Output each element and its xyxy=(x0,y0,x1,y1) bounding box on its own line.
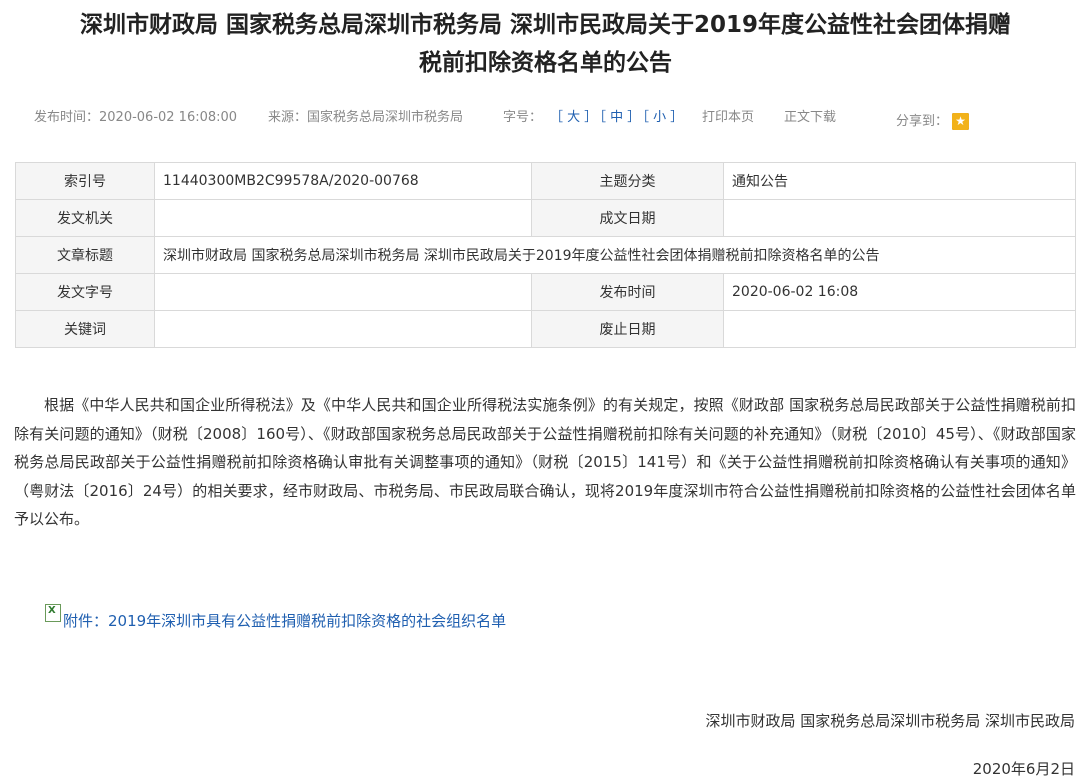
share-label: 分享到： xyxy=(896,114,949,129)
label-keywords: 关键词 xyxy=(15,310,155,348)
page-title: 深圳市财政局 国家税务总局深圳市税务局 深圳市民政局关于2019年度公益性社会团… xyxy=(0,6,1091,82)
value-doc-number xyxy=(154,273,532,311)
font-size-medium-button[interactable]: ［ 中 ］ xyxy=(593,106,640,125)
label-issuer: 发文机关 xyxy=(15,199,155,237)
font-size-large-button[interactable]: ［ 大 ］ xyxy=(550,106,597,125)
label-doc-number: 发文字号 xyxy=(15,273,155,311)
table-row: 发文字号 发布时间 2020-06-02 16:08 xyxy=(15,273,1076,311)
title-line-1: 深圳市财政局 国家税务总局深圳市税务局 深圳市民政局关于2019年度公益性社会团… xyxy=(79,12,1012,38)
article-body: 根据《中华人民共和国企业所得税法》及《中华人民共和国企业所得税法实施条例》的有关… xyxy=(14,396,1076,529)
value-expiry-date xyxy=(723,310,1076,348)
label-category: 主题分类 xyxy=(531,162,724,200)
table-row: 索引号 11440300MB2C99578A/2020-00768 主题分类 通… xyxy=(15,162,1076,200)
label-written-date: 成文日期 xyxy=(531,199,724,237)
sign-date: 2020年6月2日 xyxy=(972,760,1075,778)
table-row: 关键词 废止日期 xyxy=(15,310,1076,348)
info-table: 索引号 11440300MB2C99578A/2020-00768 主题分类 通… xyxy=(15,162,1076,348)
value-keywords xyxy=(154,310,532,348)
table-row: 文章标题 深圳市财政局 国家税务总局深圳市税务局 深圳市民政局关于2019年度公… xyxy=(15,236,1076,274)
table-row: 发文机关 成文日期 xyxy=(15,199,1076,237)
publish-time: 发布时间：2020-06-02 16:08:00 xyxy=(34,110,238,125)
attachment-link[interactable]: 附件：2019年深圳市具有公益性捐赠税前扣除资格的社会组织名单 xyxy=(45,604,506,631)
attachment-label[interactable]: 附件：2019年深圳市具有公益性捐赠税前扣除资格的社会组织名单 xyxy=(63,612,506,630)
qq-star-icon[interactable]: ★ xyxy=(952,113,969,130)
value-written-date xyxy=(723,199,1076,237)
label-index: 索引号 xyxy=(15,162,155,200)
value-publish-time: 2020-06-02 16:08 xyxy=(723,273,1076,311)
label-expiry-date: 废止日期 xyxy=(531,310,724,348)
signature: 深圳市财政局 国家税务总局深圳市税务局 深圳市民政局 xyxy=(705,712,1075,730)
font-size-small-button[interactable]: ［ 小 ］ xyxy=(636,106,683,125)
label-publish-time: 发布时间 xyxy=(531,273,724,311)
value-article-title: 深圳市财政局 国家税务总局深圳市税务局 深圳市民政局关于2019年度公益性社会团… xyxy=(154,236,1076,274)
download-button[interactable]: 正文下载 xyxy=(784,106,836,125)
label-article-title: 文章标题 xyxy=(15,236,155,274)
value-index: 11440300MB2C99578A/2020-00768 xyxy=(154,162,532,200)
meta-bar: 发布时间：2020-06-02 16:08:00 来源：国家税务总局深圳市税务局… xyxy=(0,104,1091,130)
title-line-2: 税前扣除资格名单的公告 xyxy=(419,50,672,76)
value-category: 通知公告 xyxy=(723,162,1076,200)
value-issuer xyxy=(154,199,532,237)
print-button[interactable]: 打印本页 xyxy=(702,106,754,125)
font-size-label: 字号： xyxy=(503,110,543,125)
source: 来源：国家税务总局深圳市税务局 xyxy=(268,110,464,125)
excel-file-icon xyxy=(45,604,61,622)
